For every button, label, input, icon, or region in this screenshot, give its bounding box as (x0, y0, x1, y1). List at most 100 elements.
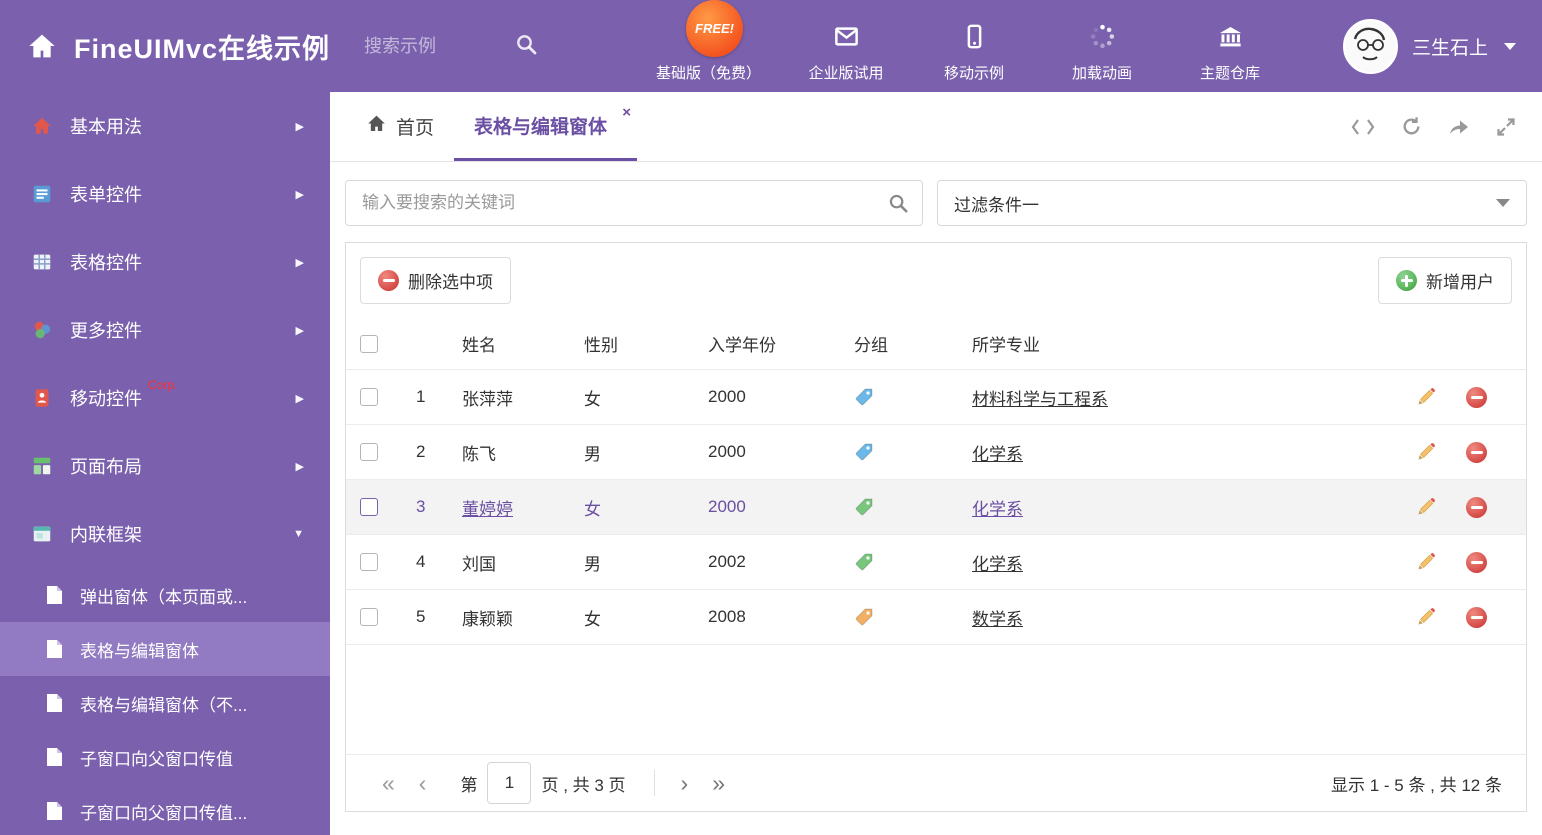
major-link[interactable]: 数学系 (972, 605, 1023, 630)
sidebar-subitem-popup-window[interactable]: 弹出窗体（本页面或... (0, 568, 330, 622)
entry-year: 2000 (708, 497, 746, 516)
row-checkbox[interactable] (360, 443, 378, 461)
form-icon (30, 183, 54, 205)
keyword-search-input[interactable] (345, 180, 923, 226)
row-checkbox[interactable] (360, 498, 378, 516)
sidebar-subitem-grid-edit-window-no[interactable]: 表格与编辑窗体（不... (0, 676, 330, 730)
nav-mobile-demo[interactable]: 移动示例 (931, 23, 1017, 83)
button-label: 删除选中项 (408, 273, 493, 292)
source-code-icon[interactable] (1351, 118, 1375, 136)
bank-icon (1217, 23, 1244, 55)
tag-icon (854, 607, 874, 627)
filter-dropdown-value: 过滤条件一 (954, 195, 1039, 215)
table-row[interactable]: 1 张萍萍 女 2000 材料科学与工程系 (346, 370, 1526, 425)
search-icon[interactable] (514, 32, 538, 61)
filter-dropdown[interactable]: 过滤条件一 (937, 180, 1527, 226)
sidebar-item-iframe[interactable]: 内联框架 ▼ (0, 500, 330, 568)
major-link[interactable]: 化学系 (972, 495, 1023, 520)
header-search-input[interactable] (364, 35, 505, 57)
student-name: 刘国 (462, 554, 496, 574)
major-link[interactable]: 化学系 (972, 550, 1023, 575)
home-icon[interactable] (26, 30, 58, 62)
row-checkbox[interactable] (360, 608, 378, 626)
edit-icon[interactable] (1416, 497, 1466, 517)
student-name: 陈飞 (462, 444, 496, 464)
table-row[interactable]: 5 康颖颖 女 2008 数学系 (346, 590, 1526, 645)
nav-enterprise-trial[interactable]: 企业版试用 (803, 23, 889, 83)
tab-label: 表格与编辑窗体 (474, 116, 608, 138)
refresh-icon[interactable] (1401, 116, 1422, 137)
sidebar-item-grid-controls[interactable]: 表格控件 ▶ (0, 228, 330, 296)
column-header-major[interactable]: 所学专业 (972, 331, 1416, 356)
sidebar-subitem-child-to-parent-2[interactable]: 子窗口向父窗口传值... (0, 784, 330, 835)
mobile-icon (961, 23, 988, 55)
user-menu[interactable]: 三生石上 (1342, 18, 1516, 74)
entry-year: 2000 (708, 442, 746, 461)
tag-icon (854, 442, 874, 462)
sidebar-item-form-controls[interactable]: 表单控件 ▶ (0, 160, 330, 228)
page-number-input[interactable] (487, 762, 532, 804)
edit-icon[interactable] (1416, 607, 1466, 627)
table-row[interactable]: 2 陈飞 男 2000 化学系 (346, 425, 1526, 480)
expand-icon[interactable] (1496, 117, 1516, 137)
tab-grid-edit-window[interactable]: 表格与编辑窗体 × (454, 92, 638, 161)
student-gender: 男 (584, 554, 601, 574)
table-row[interactable]: 4 刘国 男 2002 化学系 (346, 535, 1526, 590)
free-badge: FREE! (686, 0, 743, 57)
edit-icon[interactable] (1416, 387, 1466, 407)
chevron-down-icon (1496, 199, 1510, 207)
delete-icon[interactable] (1466, 606, 1526, 628)
prev-page-button[interactable]: ‹ (407, 770, 439, 797)
close-icon[interactable]: × (622, 104, 631, 121)
next-page-button[interactable]: › (669, 770, 701, 797)
chevron-right-icon: ▶ (295, 392, 304, 405)
row-checkbox[interactable] (360, 388, 378, 406)
sidebar-item-label: 表格控件 (70, 253, 142, 273)
tab-home[interactable]: 首页 (346, 92, 454, 161)
nav-theme-store[interactable]: 主题仓库 (1187, 23, 1273, 83)
delete-icon[interactable] (1466, 496, 1526, 518)
divider (653, 770, 655, 796)
delete-selected-button[interactable]: 删除选中项 (360, 257, 511, 304)
corp-badge: Corp. (148, 378, 178, 392)
row-number: 4 (416, 552, 426, 571)
edit-icon[interactable] (1416, 552, 1466, 572)
page-label-before: 第 (460, 775, 478, 795)
last-page-button[interactable]: » (700, 770, 737, 797)
file-icon (46, 639, 66, 659)
sidebar-subitem-grid-edit-window[interactable]: 表格与编辑窗体 (0, 622, 330, 676)
sidebar-item-mobile-controls[interactable]: 移动控件 Corp. ▶ (0, 364, 330, 432)
sidebar-subitem-label: 子窗口向父窗口传值... (80, 803, 248, 823)
major-link[interactable]: 化学系 (972, 440, 1023, 465)
delete-icon[interactable] (1466, 441, 1526, 463)
select-all-checkbox[interactable] (360, 334, 378, 353)
header-search (364, 32, 538, 61)
student-gender: 女 (584, 609, 601, 629)
sidebar-item-more-controls[interactable]: 更多控件 ▶ (0, 296, 330, 364)
envelope-icon (833, 23, 860, 55)
first-page-button[interactable]: « (370, 770, 407, 797)
header-nav: 基础版（免费） 企业版试用 移动示例 加载动画 主题仓库 (656, 9, 1273, 83)
search-icon[interactable] (887, 192, 909, 219)
row-checkbox[interactable] (360, 553, 378, 571)
column-header-gender[interactable]: 性别 (584, 331, 708, 356)
delete-icon[interactable] (1466, 386, 1526, 408)
add-user-button[interactable]: 新增用户 (1378, 257, 1512, 304)
entry-year: 2000 (708, 387, 746, 406)
layout-icon (30, 455, 54, 477)
major-link[interactable]: 材料科学与工程系 (972, 385, 1108, 410)
column-header-name[interactable]: 姓名 (462, 331, 584, 356)
delete-icon[interactable] (1466, 551, 1526, 573)
table-row-selected[interactable]: 3 董婷婷 女 2000 化学系 (346, 480, 1526, 535)
column-header-group[interactable]: 分组 (854, 331, 972, 356)
entry-year: 2002 (708, 552, 746, 571)
sidebar-item-page-layout[interactable]: 页面布局 ▶ (0, 432, 330, 500)
sidebar-subitem-child-to-parent[interactable]: 子窗口向父窗口传值 (0, 730, 330, 784)
nav-loading-animations[interactable]: 加载动画 (1059, 23, 1145, 83)
sidebar-item-basic-usage[interactable]: 基本用法 ▶ (0, 92, 330, 160)
edit-icon[interactable] (1416, 442, 1466, 462)
nav-label: 企业版试用 (808, 65, 884, 82)
share-icon[interactable] (1448, 117, 1470, 137)
column-header-year[interactable]: 入学年份 (708, 331, 854, 356)
pagination-bar: « ‹ 第 页 , 共 3 页 › » 显示 1 - 5 条 , 共 12 条 (346, 754, 1526, 811)
